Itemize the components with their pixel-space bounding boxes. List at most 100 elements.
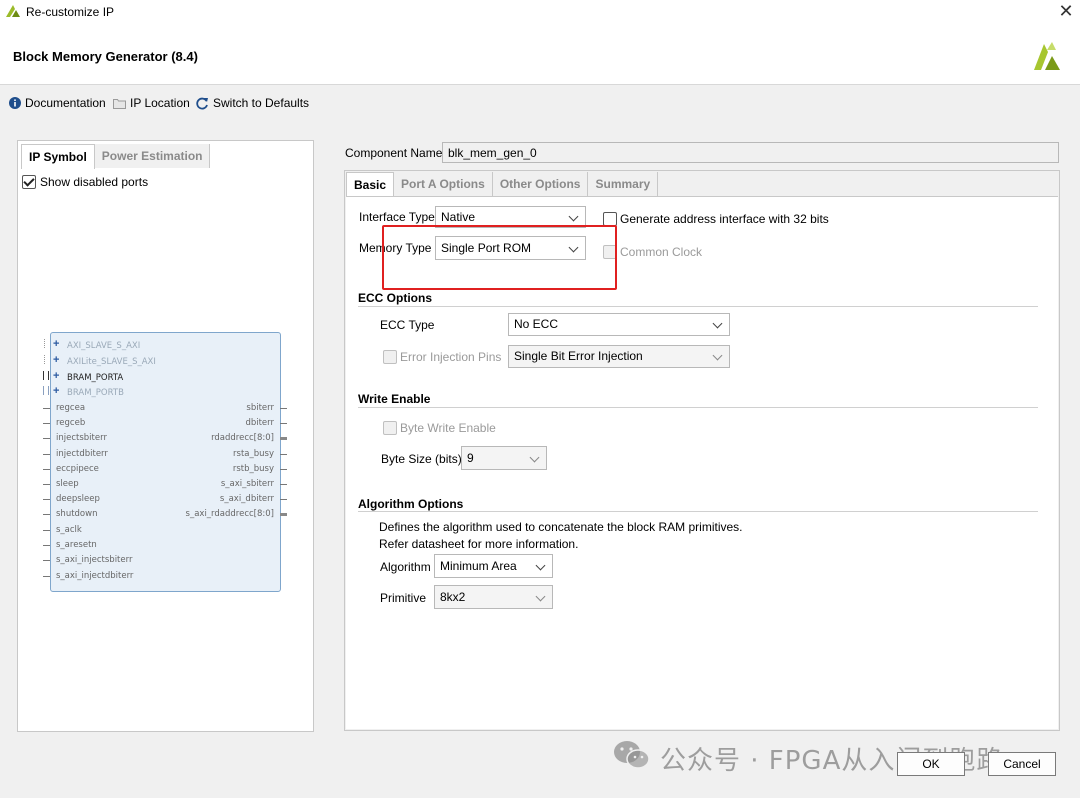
expand-plus-icon[interactable]: +: [53, 385, 59, 397]
show-disabled-ports-label: Show disabled ports: [40, 175, 149, 189]
primitive-label: Primitive: [380, 591, 427, 605]
port-eccpipece: eccpipece: [56, 464, 99, 474]
section-divider: [358, 306, 1038, 307]
vendor-logo-icon: [1034, 42, 1060, 70]
port-pin: [43, 423, 50, 424]
port-s-axi-injectsbiterr: s_axi_injectsbiterr: [56, 555, 133, 565]
tab-power-estimation[interactable]: Power Estimation: [94, 144, 211, 168]
port-regceb: regceb: [56, 418, 86, 428]
port-s-axi-injectdbiterr: s_axi_injectdbiterr: [56, 571, 134, 581]
component-name-label: Component Name: [345, 146, 443, 160]
ip-title: Block Memory Generator (8.4): [13, 49, 198, 64]
refresh-icon: [196, 97, 208, 109]
port-regcea: regcea: [56, 403, 86, 413]
close-icon[interactable]: ✕: [1057, 2, 1075, 20]
byte-write-checkbox[interactable]: [383, 421, 397, 435]
error-injection-label: Error Injection Pins: [400, 350, 502, 364]
chevron-down-icon: [568, 211, 579, 222]
ecc-type-select[interactable]: No ECC: [508, 313, 730, 336]
show-disabled-ports-checkbox[interactable]: [22, 175, 36, 189]
chevron-down-icon: [529, 452, 540, 463]
port-rdaddrecc: rdaddrecc[8:0]: [211, 433, 274, 443]
port-s-aclk: s_aclk: [56, 525, 82, 535]
switch-defaults-button[interactable]: Switch to Defaults: [196, 96, 309, 110]
port-pin: [43, 469, 50, 470]
expand-plus-icon[interactable]: +: [53, 370, 59, 382]
algorithm-select[interactable]: Minimum Area: [434, 554, 553, 578]
cancel-button[interactable]: Cancel: [988, 752, 1056, 776]
tab-ip-symbol[interactable]: IP Symbol: [21, 144, 95, 169]
ecc-type-label: ECC Type: [380, 318, 435, 332]
port-s-axi-rdaddrecc: s_axi_rdaddrecc[8:0]: [185, 509, 274, 519]
common-clock-label: Common Clock: [620, 245, 703, 259]
tab-summary[interactable]: Summary: [588, 172, 659, 196]
info-icon: [9, 97, 21, 109]
algorithm-description-1: Defines the algorithm used to concatenat…: [379, 520, 743, 534]
primitive-select[interactable]: 8kx2: [434, 585, 553, 609]
port-dbiterr: dbiterr: [245, 418, 274, 428]
byte-size-label: Byte Size (bits): [381, 452, 462, 466]
algorithm-label: Algorithm: [380, 560, 431, 574]
error-injection-checkbox[interactable]: [383, 350, 397, 364]
switch-defaults-label: Switch to Defaults: [213, 96, 310, 110]
port-pin: [280, 484, 287, 485]
port-pin: [43, 545, 50, 546]
interface-pin: [44, 339, 47, 348]
port-deepsleep: deepsleep: [56, 494, 100, 504]
wechat-icon: [614, 741, 650, 769]
port-pin: [280, 423, 287, 424]
documentation-button[interactable]: Documentation: [9, 96, 106, 110]
expand-plus-icon[interactable]: +: [53, 338, 59, 350]
expand-plus-icon[interactable]: +: [53, 354, 59, 366]
port-rstb-busy: rstb_busy: [232, 464, 274, 474]
ip-location-button[interactable]: IP Location: [113, 96, 190, 110]
port-pin: [280, 454, 287, 455]
port-pin: [43, 499, 50, 500]
port-pin: [43, 514, 50, 515]
gen-address-label: Generate address interface with 32 bits: [620, 212, 829, 226]
port-rsta-busy: rsta_busy: [233, 449, 274, 459]
chevron-down-icon: [712, 318, 723, 329]
folder-icon: [113, 98, 126, 109]
port-bus-pin: [280, 437, 287, 440]
port-pin: [43, 576, 50, 577]
interface-axilite-slave: AXILite_SLAVE_S_AXI: [67, 357, 156, 367]
interface-type-label: Interface Type: [359, 210, 435, 224]
port-pin: [43, 560, 50, 561]
toolbar: Documentation IP Location Switch to Defa…: [0, 85, 1080, 123]
ok-button[interactable]: OK: [897, 752, 965, 776]
port-injectdbiterr: injectdbiterr: [56, 449, 108, 459]
documentation-label: Documentation: [25, 96, 106, 110]
port-pin: [43, 530, 50, 531]
highlight-box: [382, 225, 617, 290]
gen-address-checkbox[interactable]: [603, 212, 617, 226]
write-enable-title: Write Enable: [358, 392, 431, 406]
interface-pin: [44, 355, 47, 364]
port-shutdown: shutdown: [56, 509, 98, 519]
tab-other-options[interactable]: Other Options: [492, 172, 589, 196]
component-name-input[interactable]: blk_mem_gen_0: [442, 142, 1059, 163]
interface-type-value: Native: [441, 210, 476, 224]
byte-size-select[interactable]: 9: [461, 446, 547, 470]
show-disabled-ports-row[interactable]: Show disabled ports: [22, 175, 148, 189]
byte-size-value: 9: [467, 451, 474, 465]
ip-location-label: IP Location: [130, 96, 190, 110]
port-sbiterr: sbiterr: [246, 403, 274, 413]
chevron-down-icon: [535, 560, 546, 571]
chevron-down-icon: [535, 591, 546, 602]
options-tabstrip: Basic Port A Options Other Options Summa…: [346, 172, 659, 197]
byte-write-label: Byte Write Enable: [400, 421, 496, 435]
interface-bram-porta: BRAM_PORTA: [67, 373, 124, 383]
algorithm-options-title: Algorithm Options: [358, 497, 464, 511]
port-s-axi-dbiterr: s_axi_dbiterr: [219, 494, 274, 504]
section-divider: [358, 407, 1038, 408]
primitive-value: 8kx2: [440, 590, 466, 604]
port-pin: [43, 454, 50, 455]
port-pin: [280, 499, 287, 500]
tab-port-a-options[interactable]: Port A Options: [394, 172, 493, 196]
error-injection-select[interactable]: Single Bit Error Injection: [508, 345, 730, 368]
tab-basic[interactable]: Basic: [346, 172, 395, 197]
section-divider: [358, 511, 1038, 512]
interface-pin: [43, 386, 49, 395]
error-injection-value: Single Bit Error Injection: [514, 349, 643, 363]
